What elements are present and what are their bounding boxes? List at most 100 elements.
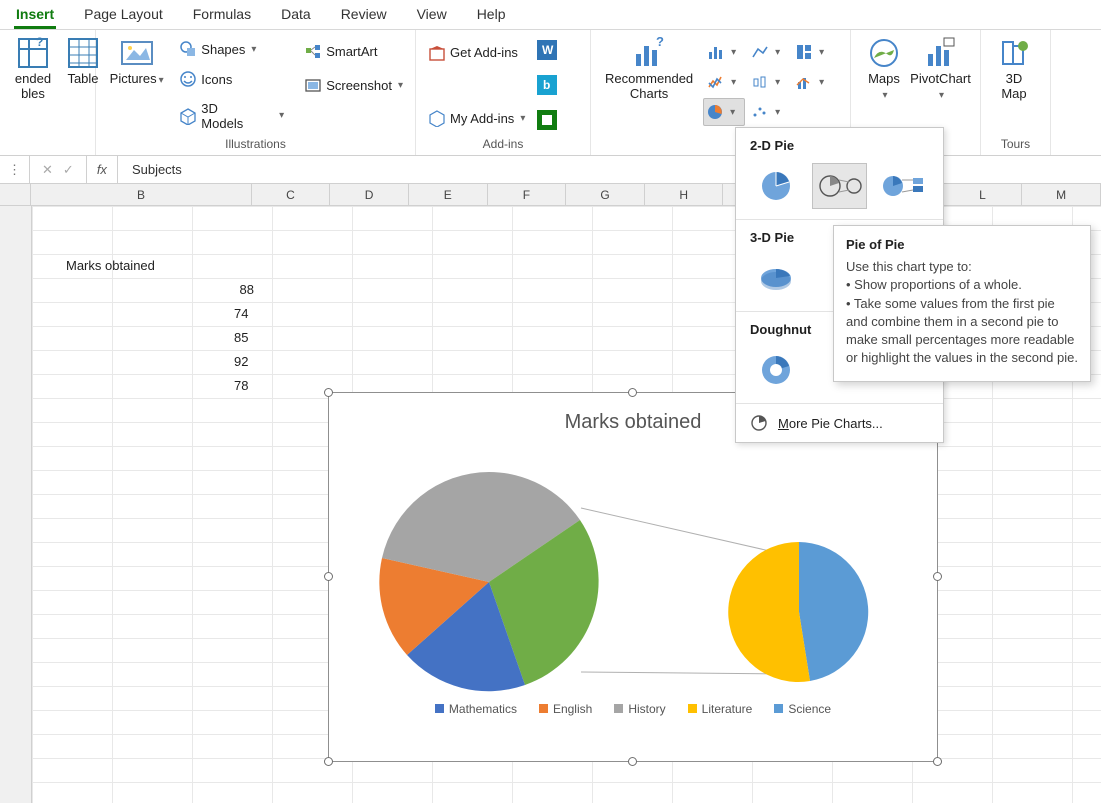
chevron-down-icon: ▾ (520, 113, 525, 124)
shapes-icon (179, 40, 197, 58)
col-header-E[interactable]: E (409, 184, 488, 206)
line-chart-button[interactable]: ▾ (747, 38, 789, 66)
3d-map-label: 3D Map (1001, 72, 1026, 102)
cancel-icon[interactable]: ✕ (42, 162, 53, 178)
pie-chart-button[interactable]: ▾ (703, 98, 745, 126)
legend-label: English (553, 702, 592, 716)
my-addins-label: My Add-ins (450, 111, 514, 126)
cube-icon (179, 107, 197, 125)
maps-label: Maps (868, 71, 900, 86)
legend-swatch (539, 704, 548, 713)
waterfall-chart-button[interactable]: ▾ (703, 68, 745, 96)
cell-B8[interactable]: 78 (234, 378, 254, 393)
tab-formulas[interactable]: Formulas (191, 6, 253, 29)
svg-text:?: ? (656, 36, 664, 49)
resize-handle[interactable] (933, 757, 942, 766)
hierarchy-chart-icon (795, 43, 813, 61)
pie-outline-icon (750, 414, 768, 432)
cell-B5[interactable]: 74 (234, 306, 254, 321)
icons-button[interactable]: Icons (175, 68, 288, 90)
pie-chart-icon (706, 103, 724, 121)
pie-3d-option[interactable] (748, 255, 804, 301)
shapes-button[interactable]: Shapes ▾ (175, 38, 288, 60)
recommended-charts-button[interactable]: ? Recommended Charts (599, 34, 699, 104)
column-chart-button[interactable]: ▾ (703, 38, 745, 66)
tab-page-layout[interactable]: Page Layout (82, 6, 165, 29)
screenshot-icon (304, 76, 322, 94)
chart-plot-area[interactable] (329, 452, 937, 692)
store-icon (428, 44, 446, 62)
svg-text:W: W (542, 43, 554, 57)
icons-icon (179, 70, 197, 88)
col-header-C[interactable]: C (252, 184, 331, 206)
pivotchart-button[interactable]: PivotChart▾ (909, 34, 972, 104)
cell-B3[interactable]: Marks obtained (66, 258, 155, 273)
bar-of-pie-option[interactable] (875, 163, 931, 209)
chart-object[interactable]: Marks obtained Mathematics English Histo… (328, 392, 938, 762)
legend-label: Mathematics (449, 702, 517, 716)
resize-handle[interactable] (628, 388, 637, 397)
table-icon (66, 36, 100, 70)
chart-legend[interactable]: Mathematics English History Literature S… (329, 702, 937, 716)
fx-button[interactable]: fx (87, 156, 118, 183)
scatter-chart-button[interactable]: ▾ (747, 98, 789, 126)
resize-handle[interactable] (324, 757, 333, 766)
statistic-chart-button[interactable]: ▾ (747, 68, 789, 96)
3d-map-icon (997, 36, 1031, 70)
combo-chart-button[interactable]: ▾ (791, 68, 833, 96)
resize-handle[interactable] (628, 757, 637, 766)
col-header-L[interactable]: L (944, 184, 1023, 206)
get-addins-button[interactable]: Get Add-ins (424, 42, 529, 64)
col-header-M[interactable]: M (1022, 184, 1101, 206)
col-header-D[interactable]: D (330, 184, 409, 206)
col-header-F[interactable]: F (488, 184, 567, 206)
col-header-H[interactable]: H (645, 184, 724, 206)
my-addins-button[interactable]: My Add-ins ▾ (424, 107, 529, 129)
cell-B4[interactable]: 88 (234, 282, 254, 297)
recommended-pivot-button[interactable]: ? ended bles (8, 34, 58, 104)
scatter-chart-icon (751, 103, 769, 121)
pictures-button[interactable]: Pictures▾ (104, 34, 169, 89)
more-pie-charts-button[interactable]: More Pie Charts... (736, 404, 943, 442)
rec-charts-label: Recommended Charts (605, 72, 693, 102)
line-chart-icon (751, 43, 769, 61)
formula-input[interactable]: Subjects (118, 162, 196, 177)
doughnut-option[interactable] (748, 347, 804, 393)
shapes-label: Shapes (201, 42, 245, 57)
ribbon-tabs: Insert Page Layout Formulas Data Review … (0, 0, 1101, 30)
col-header-G[interactable]: G (566, 184, 645, 206)
get-addins-label: Get Add-ins (450, 45, 518, 60)
treemap-chart-button[interactable]: ▾ (791, 38, 833, 66)
enter-icon[interactable]: ✓ (63, 162, 74, 178)
name-box-dropdown[interactable]: ⋮ (0, 156, 30, 183)
resize-handle[interactable] (324, 388, 333, 397)
screenshot-button[interactable]: Screenshot▾ (300, 74, 407, 96)
chevron-down-icon: ▾ (251, 44, 256, 55)
cell-B7[interactable]: 92 (234, 354, 254, 369)
cell-B6[interactable]: 85 (234, 330, 254, 345)
maps-button[interactable]: Maps▾ (859, 34, 909, 104)
visio-visual-icon[interactable] (537, 110, 559, 132)
smartart-button[interactable]: SmartArt (300, 40, 407, 62)
more-pie-rest: ore Pie Charts... (789, 416, 883, 431)
svg-text:b: b (543, 78, 550, 92)
globe-icon (867, 36, 901, 70)
pie-of-pie-option[interactable] (812, 163, 868, 209)
tab-view[interactable]: View (415, 6, 449, 29)
tab-help[interactable]: Help (475, 6, 508, 29)
picture-icon (120, 36, 154, 70)
tab-review[interactable]: Review (339, 6, 389, 29)
tab-insert[interactable]: Insert (14, 6, 56, 29)
bing-maps-icon[interactable]: W (537, 40, 559, 62)
3d-map-button[interactable]: 3D Map (989, 34, 1039, 104)
legend-swatch (614, 704, 623, 713)
3dmodels-button[interactable]: 3D Models ▾ (175, 99, 288, 133)
chevron-down-icon: ▾ (159, 75, 164, 86)
pie-2d-option[interactable] (748, 163, 804, 209)
col-header-B[interactable]: B (31, 184, 251, 206)
tooltip-title: Pie of Pie (846, 236, 1078, 254)
legend-label: Science (788, 702, 831, 716)
people-graph-icon[interactable]: b (537, 75, 559, 97)
waterfall-chart-icon (707, 73, 725, 91)
tab-data[interactable]: Data (279, 6, 313, 29)
